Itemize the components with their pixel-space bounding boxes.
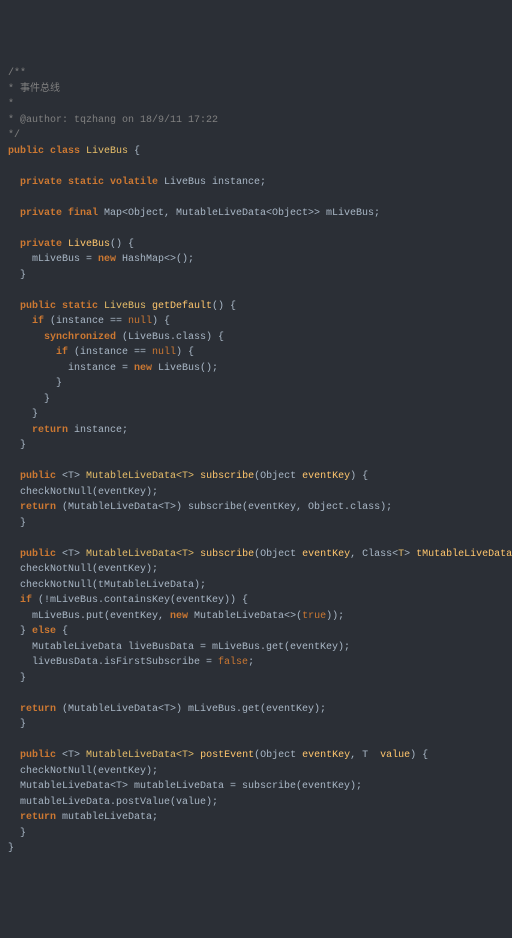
keyword-new: new xyxy=(98,254,122,265)
method-getdefault: getDefault xyxy=(152,301,212,312)
brace: } xyxy=(8,409,38,420)
type-param: <T> xyxy=(62,471,86,482)
keyword-public: public xyxy=(8,750,62,761)
keyword-if: if xyxy=(8,595,38,606)
brace: } xyxy=(8,440,26,451)
stmt: checkNotNull(tMutableLiveData); xyxy=(8,580,206,591)
brace: } xyxy=(8,518,26,529)
param-type: (Object xyxy=(254,750,302,761)
paren: () { xyxy=(212,301,236,312)
param-name: eventKey xyxy=(302,750,350,761)
assign: instance = xyxy=(8,363,134,374)
brace: { xyxy=(128,146,140,157)
keyword-synchronized: synchronized xyxy=(8,332,122,343)
paren: ) { xyxy=(152,316,170,327)
brace: } xyxy=(8,626,32,637)
lock: (LiveBus.class) { xyxy=(122,332,224,343)
brace: } xyxy=(8,843,14,854)
keyword-public: public xyxy=(8,471,62,482)
keyword-private-final: private final xyxy=(8,208,104,219)
paren: ) { xyxy=(350,471,368,482)
field-decl: LiveBus instance; xyxy=(164,177,266,188)
field-decl: Map<Object, MutableLiveData<Object>> mLi… xyxy=(104,208,380,219)
keyword-new: new xyxy=(170,611,194,622)
keyword-new: new xyxy=(134,363,158,374)
param-name: tMutableLiveData xyxy=(416,549,512,560)
ret-val: mutableLiveData; xyxy=(62,812,158,823)
gt: > xyxy=(404,549,416,560)
brace: { xyxy=(62,626,68,637)
code-editor[interactable]: /** * 事件总线 * * @author: tqzhang on 18/9/… xyxy=(8,66,504,857)
class-name: LiveBus xyxy=(86,146,128,157)
brace: } xyxy=(8,378,62,389)
paren: ) { xyxy=(176,347,194,358)
paren: () { xyxy=(110,239,134,250)
keyword-return: return xyxy=(8,502,62,513)
ctor-call: MutableLiveData<>( xyxy=(194,611,302,622)
cond: (!mLiveBus.containsKey(eventKey)) { xyxy=(38,595,248,606)
call: mLiveBus.put(eventKey, xyxy=(8,611,170,622)
param-name: eventKey xyxy=(302,471,350,482)
method-postevent: postEvent xyxy=(200,750,254,761)
stmt: MutableLiveData liveBusData = mLiveBus.g… xyxy=(8,642,350,653)
return-type: LiveBus xyxy=(104,301,152,312)
constructor-name: LiveBus xyxy=(68,239,110,250)
stmt: checkNotNull(eventKey); xyxy=(8,766,158,777)
comment: * @author: tqzhang on 18/9/11 17:22 xyxy=(8,115,218,126)
literal-null: null xyxy=(128,316,152,327)
stmt: mutableLiveData.postValue(value); xyxy=(8,797,218,808)
literal-true: true xyxy=(302,611,326,622)
param-name: value xyxy=(380,750,410,761)
keyword-if: if xyxy=(8,347,74,358)
keyword-private-static-volatile: private static volatile xyxy=(8,177,164,188)
ctor-call: HashMap<>(); xyxy=(122,254,194,265)
comment: * xyxy=(8,99,14,110)
paren: ) { xyxy=(410,750,428,761)
keyword-return: return xyxy=(8,704,62,715)
method-subscribe: subscribe xyxy=(200,471,254,482)
keyword-private: private xyxy=(8,239,68,250)
assign: liveBusData.isFirstSubscribe = xyxy=(8,657,218,668)
semi: ; xyxy=(248,657,254,668)
ret-val: (MutableLiveData<T>) subscribe(eventKey,… xyxy=(62,502,392,513)
cond: (instance == xyxy=(50,316,128,327)
brace: } xyxy=(8,719,26,730)
method-subscribe: subscribe xyxy=(200,549,254,560)
return-type: MutableLiveData<T> xyxy=(86,471,200,482)
ret-val: (MutableLiveData<T>) mLiveBus.get(eventK… xyxy=(62,704,326,715)
literal-false: false xyxy=(218,657,248,668)
ctor-call: LiveBus(); xyxy=(158,363,218,374)
literal-null: null xyxy=(152,347,176,358)
keyword-public-class: public class xyxy=(8,146,86,157)
keyword-return: return xyxy=(8,812,62,823)
keyword-if: if xyxy=(8,316,50,327)
comment: */ xyxy=(8,130,20,141)
cond: (instance == xyxy=(74,347,152,358)
param-type: (Object xyxy=(254,471,302,482)
return-type: MutableLiveData<T> xyxy=(86,750,200,761)
type-param: <T> xyxy=(62,750,86,761)
type-param: <T> xyxy=(62,549,86,560)
stmt: MutableLiveData<T> mutableLiveData = sub… xyxy=(8,781,362,792)
brace: } xyxy=(8,673,26,684)
param-name: eventKey xyxy=(302,549,350,560)
keyword-return: return xyxy=(8,425,74,436)
comment: /** xyxy=(8,68,26,79)
keyword-else: else xyxy=(32,626,62,637)
paren: )); xyxy=(326,611,344,622)
stmt: checkNotNull(eventKey); xyxy=(8,487,158,498)
keyword-public: public xyxy=(8,549,62,560)
assign: mLiveBus = xyxy=(8,254,98,265)
comment: * 事件总线 xyxy=(8,84,60,95)
keyword-public-static: public static xyxy=(8,301,104,312)
comma: , Class< xyxy=(350,549,398,560)
ret-val: instance; xyxy=(74,425,128,436)
stmt: checkNotNull(eventKey); xyxy=(8,564,158,575)
brace: } xyxy=(8,828,26,839)
param-type: (Object xyxy=(254,549,302,560)
brace: } xyxy=(8,270,26,281)
brace: } xyxy=(8,394,50,405)
return-type: MutableLiveData<T> xyxy=(86,549,200,560)
comma: , T xyxy=(350,750,380,761)
